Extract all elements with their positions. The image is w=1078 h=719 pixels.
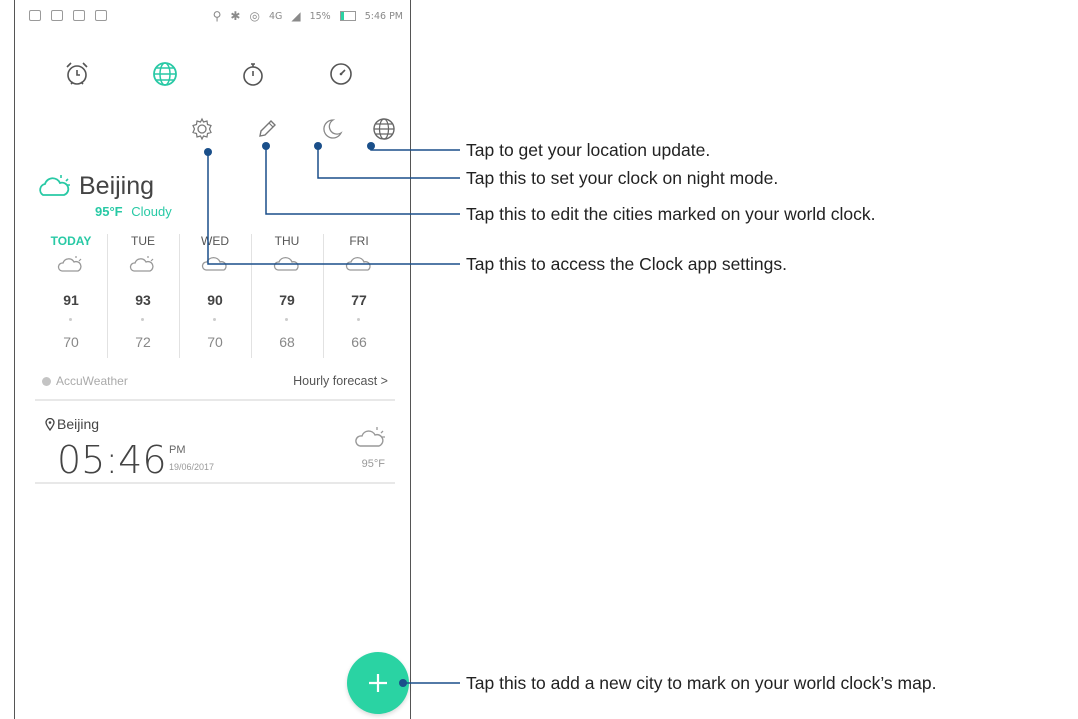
message-notification-icon [51, 10, 63, 21]
file-notification-icon [95, 10, 107, 21]
globe-icon [153, 62, 177, 86]
temp-separator [69, 318, 72, 321]
forecast-day: FRI 77 66 [323, 230, 395, 360]
divider [35, 482, 395, 484]
day-low: 70 [63, 334, 79, 350]
stopwatch-icon [243, 63, 263, 86]
add-city-button[interactable] [347, 652, 409, 714]
cloud-icon [273, 256, 299, 271]
globe-icon [373, 118, 395, 140]
clock-ampm: PM [169, 444, 186, 456]
cloud-icon [345, 256, 371, 271]
weather-city-name: Beijing [79, 171, 155, 200]
gallery-notification-icon [29, 10, 41, 21]
tab-world-clock[interactable] [145, 54, 185, 94]
battery-level: 15% [309, 10, 331, 22]
location-pin-icon [45, 417, 55, 431]
edit-button[interactable] [250, 112, 284, 146]
clock-city-name: Beijing [57, 416, 100, 432]
accuweather-logo-icon [42, 376, 51, 386]
day-label: FRI [349, 234, 369, 248]
partly-cloudy-icon [355, 427, 385, 447]
hourly-forecast-link[interactable]: Hourly forecast > [293, 374, 388, 388]
cloud-icon [201, 256, 227, 271]
tab-timer[interactable] [321, 54, 361, 94]
partly-cloudy-icon [39, 175, 70, 196]
day-high: 79 [279, 292, 295, 308]
callout-settings: Tap this to access the Clock app setting… [466, 254, 787, 274]
night-mode-button[interactable] [315, 112, 349, 146]
callout-edit: Tap this to edit the cities marked on yo… [466, 204, 876, 224]
day-high: 90 [207, 292, 223, 308]
temp-separator [357, 318, 360, 321]
temp-separator [213, 318, 216, 321]
gear-icon [192, 117, 212, 141]
news-notification-icon [73, 10, 85, 21]
sync-icon: ◎ [249, 9, 260, 23]
temp-separator [285, 318, 288, 321]
partly-cloudy-icon [57, 256, 82, 272]
current-weather: 95°F Cloudy [95, 204, 172, 219]
clock-tab-bar [35, 54, 395, 98]
alarm-clock-icon [66, 62, 88, 85]
status-bar: ⚲ ✱ ◎ 4G ◢ 15% 5:46 PM [23, 6, 403, 28]
day-label: WED [201, 234, 229, 248]
callout-location: Tap to get your location update. [466, 140, 711, 160]
network-type: 4G [268, 10, 283, 22]
weather-provider[interactable]: AccuWeather [42, 374, 128, 388]
temp-separator [141, 318, 144, 321]
tab-stopwatch[interactable] [233, 54, 273, 94]
battery-icon [339, 11, 356, 21]
day-high: 91 [63, 292, 79, 308]
clock-time: 05:46 [57, 438, 167, 482]
notification-icons [29, 10, 107, 21]
day-low: 72 [135, 334, 151, 350]
partly-cloudy-icon [129, 256, 154, 272]
weather-city-header: Beijing [37, 168, 154, 204]
callout-add-city: Tap this to add a new city to mark on yo… [466, 673, 937, 693]
clock-city-temperature: 95°F [361, 458, 385, 470]
day-high: 77 [351, 292, 367, 308]
day-label: THU [274, 234, 300, 248]
bluetooth-icon: ✱ [230, 9, 241, 23]
phone-screen: ⚲ ✱ ◎ 4G ◢ 15% 5:46 PM Beijing 95°F Clou… [14, 0, 411, 719]
day-low: 70 [207, 334, 223, 350]
callout-night-mode: Tap this to set your clock on night mode… [466, 168, 779, 188]
clock-city-label: Beijing [45, 416, 99, 432]
world-clock-city-card[interactable]: Beijing 05:46 PM 19/06/2017 95°F [35, 410, 397, 482]
day-label: TUE [131, 234, 155, 248]
provider-name: AccuWeather [56, 374, 128, 388]
day-low: 66 [351, 334, 367, 350]
location-status-icon: ⚲ [212, 9, 222, 23]
forecast-day: TODAY 91 70 [35, 230, 107, 360]
location-update-button[interactable] [367, 112, 401, 146]
day-low: 68 [279, 334, 295, 350]
timer-icon [330, 63, 352, 85]
forecast-day: TUE 93 72 [107, 230, 179, 360]
world-clock-actions [15, 112, 412, 152]
day-high: 93 [135, 292, 151, 308]
tab-alarm[interactable] [57, 54, 97, 94]
system-status: ⚲ ✱ ◎ 4G ◢ 15% 5:46 PM [213, 9, 403, 23]
status-time: 5:46 PM [364, 10, 403, 22]
day-label: TODAY [50, 234, 92, 248]
current-condition: Cloudy [131, 204, 172, 219]
moon-icon [323, 119, 343, 139]
clock-date: 19/06/2017 [169, 462, 215, 472]
pencil-icon [259, 120, 276, 137]
divider [35, 399, 395, 401]
signal-icon: ◢ [291, 9, 301, 23]
plus-icon [369, 674, 387, 692]
weather-forecast: TODAY 91 70 TUE 93 72 WED 90 70 THU 79 6… [35, 230, 397, 360]
settings-button[interactable] [185, 112, 219, 146]
current-temperature: 95°F [95, 204, 123, 219]
forecast-day: THU 79 68 [251, 230, 323, 360]
forecast-day: WED 90 70 [179, 230, 251, 360]
